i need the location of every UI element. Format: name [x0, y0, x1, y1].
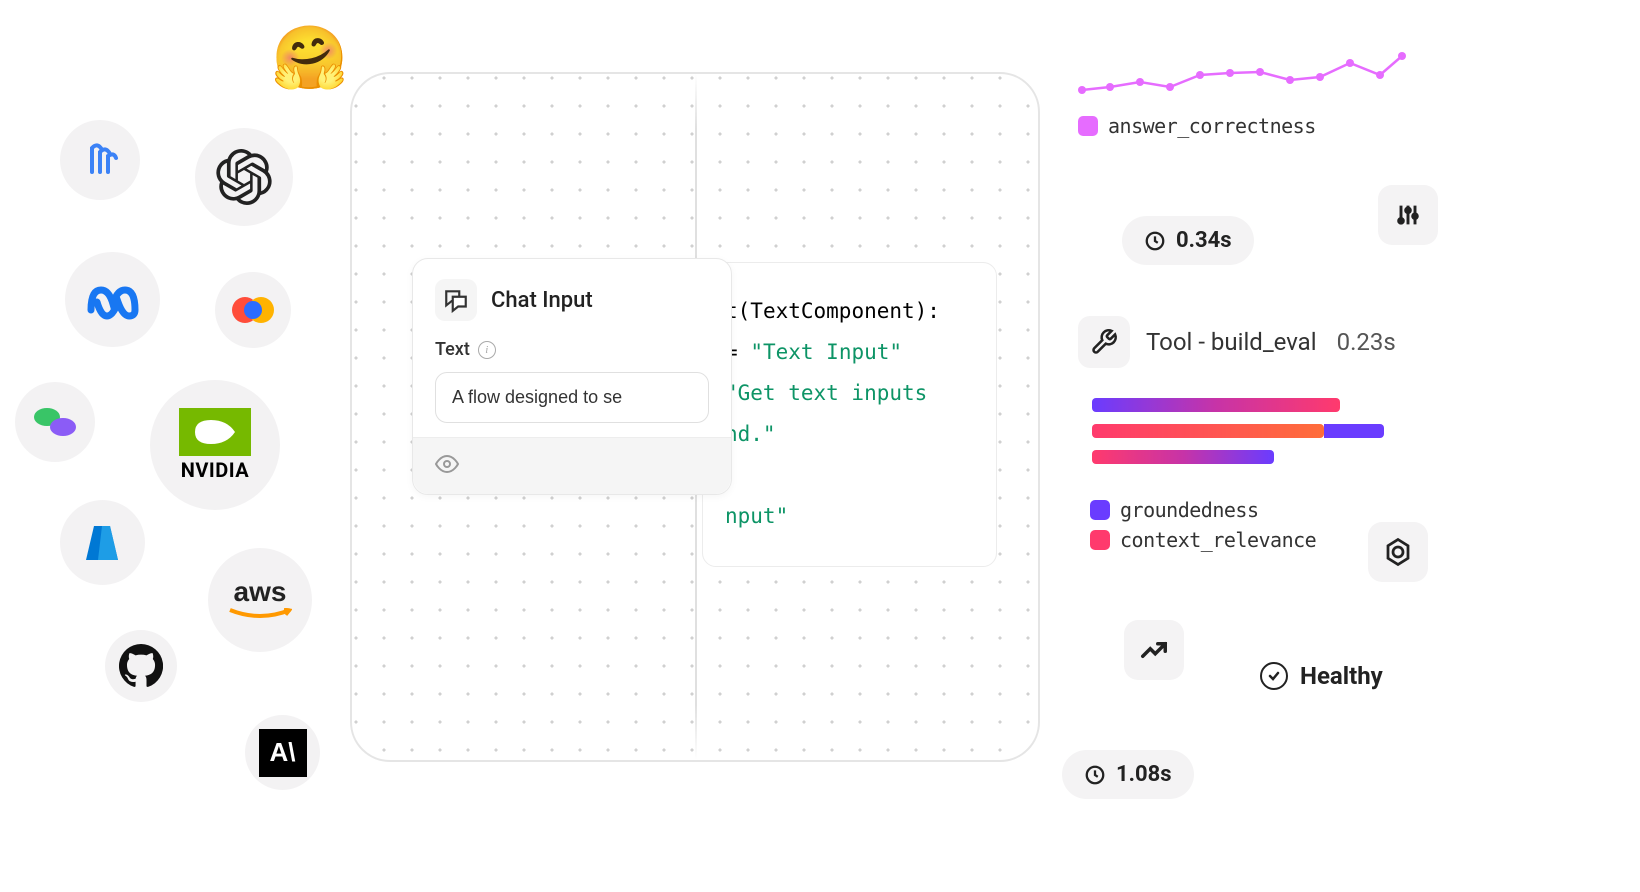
flow-canvas[interactable]: t(TextComponent): = "Text Input" "Get te…: [350, 72, 1040, 762]
bar-chart: [1092, 398, 1340, 476]
info-icon[interactable]: i: [478, 341, 496, 359]
chat-icon: [435, 279, 477, 321]
github-icon: [105, 630, 177, 702]
azure-icon: [60, 500, 145, 585]
google-icon: [215, 272, 291, 348]
settings-gear-button[interactable]: [1368, 522, 1428, 582]
legend-swatch-sparkline: [1078, 116, 1098, 136]
legend-groundedness: groundedness: [1120, 498, 1259, 522]
legend-swatch-groundedness: [1090, 500, 1110, 520]
anthropic-icon: A\: [245, 715, 320, 790]
aws-icon: aws: [208, 548, 312, 652]
legend-context: context_relevance: [1120, 528, 1316, 552]
text-field-label: Text: [435, 339, 470, 360]
wrench-icon: [1078, 316, 1130, 368]
openai-icon: [195, 128, 293, 226]
health-status: Healthy: [1260, 662, 1383, 690]
datastax-icon: [15, 382, 95, 462]
health-check-icon: [1260, 662, 1288, 690]
huggingface-icon: 🤗: [265, 13, 355, 103]
text-input[interactable]: [435, 372, 709, 423]
tool-label: Tool - build_eval: [1146, 328, 1317, 356]
code-snippet: t(TextComponent): = "Text Input" "Get te…: [702, 262, 997, 567]
nvidia-label: NVIDIA: [181, 458, 250, 482]
legend-sparkline: answer_correctness: [1108, 114, 1316, 138]
chat-input-node[interactable]: Chat Input Text i: [412, 258, 732, 495]
nvidia-icon: NVIDIA: [150, 380, 280, 510]
sparkline-chart: [1072, 40, 1412, 96]
meta-icon: [65, 252, 160, 347]
deepset-icon: [60, 120, 140, 200]
visibility-icon[interactable]: [435, 461, 459, 480]
time-pill-1: 0.34s: [1122, 216, 1254, 265]
aws-label: aws: [234, 576, 287, 608]
tune-button[interactable]: [1378, 185, 1438, 245]
chat-input-title: Chat Input: [491, 288, 593, 313]
legend-swatch-context: [1090, 530, 1110, 550]
trend-button[interactable]: [1124, 620, 1184, 680]
tool-time: 0.23s: [1337, 328, 1396, 356]
time-pill-2: 1.08s: [1062, 750, 1194, 799]
